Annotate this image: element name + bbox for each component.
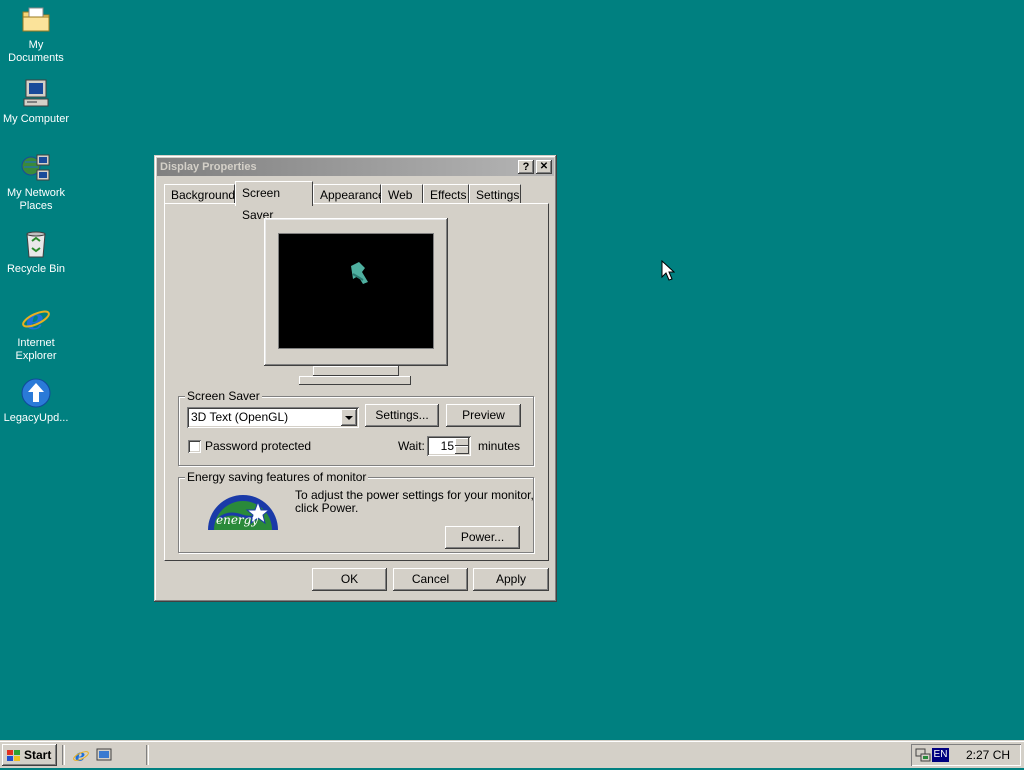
wait-minutes-value: 15 [440, 439, 454, 453]
energy-group-title: Energy saving features of monitor [185, 470, 369, 484]
wait-unit-label: minutes [478, 439, 521, 453]
monitor-base [299, 376, 411, 385]
desktop-icon-label: My Computer [2, 113, 70, 125]
energy-description-line1: To adjust the power settings for your mo… [295, 488, 534, 502]
quick-launch-show-desktop-icon[interactable] [95, 746, 113, 764]
close-button[interactable]: ✕ [536, 160, 552, 174]
windows-logo-icon [6, 748, 22, 770]
settings-button[interactable]: Settings... [365, 404, 439, 427]
language-indicator[interactable]: EN [932, 748, 949, 762]
quick-launch-ie-icon[interactable]: e [72, 746, 90, 765]
monitor-stand [313, 366, 399, 376]
help-button[interactable]: ? [518, 160, 534, 174]
tab-settings[interactable]: Settings [469, 184, 521, 204]
preview-button[interactable]: Preview [446, 404, 521, 427]
power-button[interactable]: Power... [445, 526, 520, 549]
tab-appearance[interactable]: Appearance [313, 184, 385, 204]
internet-explorer-icon: e [20, 302, 52, 336]
energy-star-logo: energy [206, 488, 280, 532]
desktop-icon-recycle-bin[interactable]: Recycle Bin [0, 228, 72, 276]
monitor-preview [264, 218, 448, 366]
computer-icon [20, 78, 52, 110]
spin-down-icon[interactable] [455, 446, 469, 454]
energy-logo-text: energy [216, 513, 258, 527]
desktop-icon-label: Recycle Bin [6, 263, 66, 275]
screen-saver-select[interactable]: 3D Text (OpenGL) [187, 407, 359, 428]
desktop-icon-label: LegacyUpd... [3, 412, 69, 424]
start-label: Start [24, 748, 52, 762]
wait-minutes-stepper[interactable]: 15 [427, 436, 471, 456]
desktop-icon-my-computer[interactable]: My Computer [0, 78, 72, 126]
desktop-icon-label-line1: Internet [17, 337, 55, 349]
apply-button[interactable]: Apply [473, 568, 549, 591]
title-bar[interactable]: Display Properties ? ✕ [157, 158, 554, 176]
preview-screen [278, 233, 434, 349]
recycle-bin-icon [20, 228, 52, 260]
tab-effects[interactable]: Effects [423, 184, 469, 204]
ok-button[interactable]: OK [312, 568, 387, 591]
desktop-icon-internet-explorer[interactable]: e Internet Explorer [0, 302, 72, 363]
desktop-icon-label: My Documents [8, 39, 64, 64]
3d-text-preview-icon [351, 262, 368, 284]
password-protected-label: Password protected [205, 439, 312, 453]
spin-up-icon[interactable] [455, 438, 469, 446]
window-title: Display Properties [160, 161, 257, 173]
password-protected-checkbox[interactable] [188, 440, 201, 453]
desktop-icon-my-documents[interactable]: My Documents [0, 4, 72, 65]
desktop-icon-label-line1: My Network [6, 187, 66, 199]
screen-saver-group-title: Screen Saver [185, 389, 262, 403]
system-tray: EN 2:27 CH [911, 744, 1021, 766]
energy-description-line2: click Power. [295, 501, 359, 515]
tab-background[interactable]: Background [164, 184, 235, 204]
clock[interactable]: 2:27 CH [966, 744, 1010, 766]
desktop-icon-my-network-places[interactable]: My Network Places [0, 152, 72, 213]
cancel-button[interactable]: Cancel [393, 568, 468, 591]
quick-launch-end-separator [146, 745, 149, 765]
legacy-update-icon [20, 377, 52, 409]
quick-launch-separator [62, 745, 65, 765]
network-places-icon [20, 152, 52, 184]
network-tray-icon[interactable] [915, 747, 931, 763]
tab-web[interactable]: Web [381, 184, 423, 204]
taskbar: Start e EN 2:27 CH [0, 740, 1024, 768]
folder-icon [20, 4, 52, 36]
mouse-cursor-icon [661, 259, 676, 285]
start-button[interactable]: Start [2, 744, 57, 766]
desktop-icon-label-line2: Places [19, 200, 53, 212]
screen-saver-selected-value: 3D Text (OpenGL) [191, 410, 289, 424]
desktop-icon-label-line2: Explorer [15, 350, 57, 362]
chevron-down-icon[interactable] [341, 409, 357, 426]
tab-screen-saver[interactable]: Screen Saver [235, 181, 313, 222]
wait-label: Wait: [398, 439, 425, 453]
desktop-icon-legacy-update[interactable]: LegacyUpd... [0, 377, 72, 425]
